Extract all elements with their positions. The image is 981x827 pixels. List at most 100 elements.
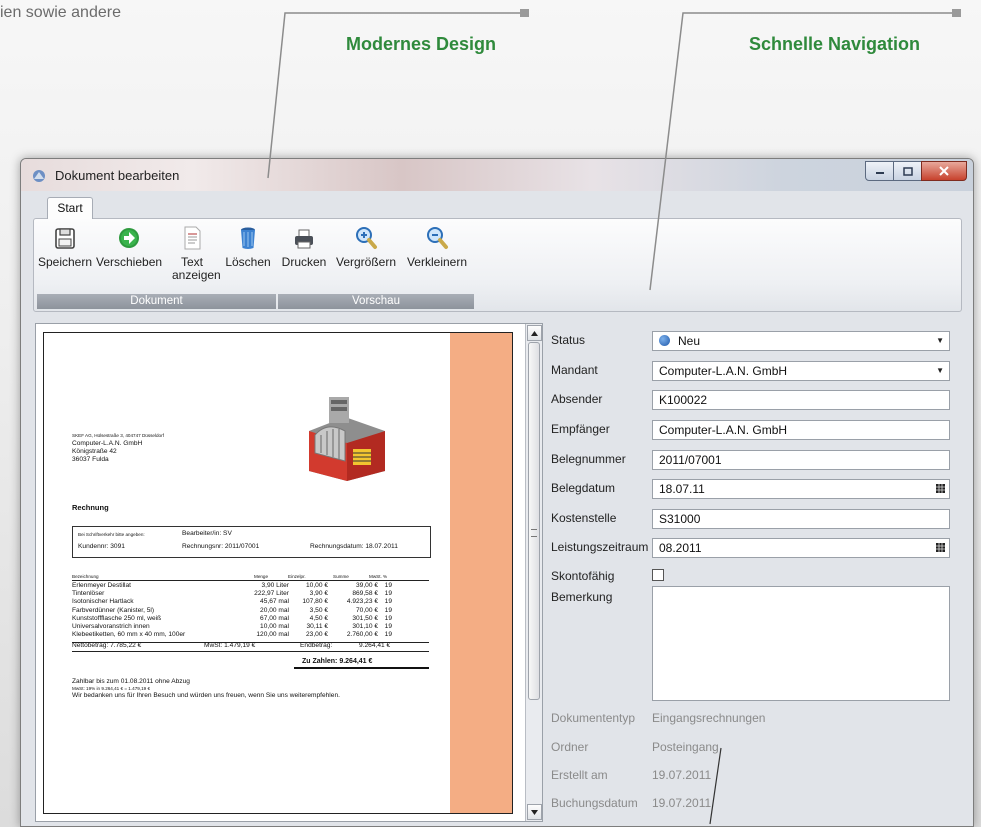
- invoice-cell: 45,67 mal: [260, 598, 289, 606]
- vertical-scrollbar[interactable]: [525, 324, 542, 821]
- invoice-cell: 19: [384, 582, 392, 589]
- move-button[interactable]: Verschieben: [96, 225, 162, 269]
- invoice-number: Rechnungsnr: 2011/07001: [182, 543, 260, 550]
- invoice-cell: 19: [384, 614, 392, 622]
- mandant-value: Computer-L.A.N. GmbH: [659, 364, 788, 378]
- minimize-icon: [875, 172, 884, 174]
- status-value: Neu: [678, 334, 701, 348]
- info-icon: [659, 335, 670, 346]
- delete-button[interactable]: Löschen: [223, 225, 273, 269]
- invoice-cell: 222,97 Liter: [254, 590, 289, 598]
- delete-button-label: Löschen: [225, 255, 271, 269]
- invoice-cell: Klebeetiketten, 60 mm x 40 mm, 100er: [72, 631, 186, 639]
- invoice-cell: Erlenmeyer Destillat: [72, 582, 131, 589]
- invoice-total: Zu Zahlen: 9.264,41 €: [302, 658, 373, 665]
- buchungsdatum-label: Buchungsdatum: [551, 796, 638, 810]
- leistungszeitraum-picker[interactable]: 08.2011: [652, 538, 950, 558]
- absender-field[interactable]: K100022: [652, 390, 950, 410]
- scroll-down-button[interactable]: [527, 804, 542, 820]
- bemerkung-label: Bemerkung: [551, 590, 613, 604]
- title-bar[interactable]: Dokument bearbeiten: [21, 159, 973, 191]
- ribbon-group-document: Speichern Verschieben Text anzeigen Lösc…: [37, 221, 276, 309]
- show-text-button[interactable]: Text anzeigen: [169, 225, 221, 282]
- invoice-cell: 19: [384, 631, 392, 639]
- column-header: MwSt. %: [369, 574, 388, 579]
- invoice-cell: Universalvoranstrich innen: [72, 623, 150, 630]
- save-button[interactable]: Speichern: [37, 225, 93, 269]
- dropdown-arrow-icon: ▼: [936, 336, 944, 345]
- belegdatum-picker[interactable]: 18.07.11: [652, 479, 950, 499]
- ordner-label: Ordner: [551, 740, 589, 754]
- save-icon: [55, 228, 75, 249]
- print-button[interactable]: Drucken: [278, 225, 330, 269]
- belegnummer-field[interactable]: 2011/07001: [652, 450, 950, 470]
- invoice-ref-hint: Bei Schriftverkehr bitte angeben:: [78, 532, 145, 537]
- invoice-cell: 2.760,00 €: [346, 631, 378, 639]
- ribbon: Speichern Verschieben Text anzeigen Lösc…: [33, 218, 962, 312]
- leistungszeitraum-label: Leistungszeitraum: [551, 540, 649, 554]
- invoice-vat-detail: MwSt: 19% in 9.264,41 € = 1.479,19 €: [72, 686, 151, 691]
- zoom-in-button-label: Vergrößern: [335, 255, 397, 269]
- scroll-thumb[interactable]: [528, 342, 540, 700]
- callout-modern-design: Modernes Design: [346, 34, 497, 54]
- invoice-cell: 23,00 €: [306, 631, 328, 639]
- invoice-cell: 869,58 €: [352, 590, 378, 598]
- invoice-recipient-name: Computer-L.A.N. GmbH: [72, 440, 143, 447]
- zoom-in-button[interactable]: Vergrößern: [334, 225, 398, 269]
- absender-label: Absender: [551, 392, 603, 406]
- zoom-in-icon: [356, 227, 377, 249]
- skontofaehig-checkbox[interactable]: [652, 569, 664, 581]
- maximize-button[interactable]: [893, 161, 922, 181]
- arrow-right-icon: [119, 228, 139, 248]
- invoice-sender-line: SKEF AG, Hülsestraße 3, 404747 Düsseldor…: [72, 433, 164, 438]
- zoom-out-button-label: Verkleinern: [406, 255, 468, 269]
- chevron-down-icon: [531, 809, 538, 815]
- erstellt-value: 19.07.2011: [652, 768, 712, 782]
- close-button[interactable]: [921, 161, 967, 181]
- trash-icon: [241, 227, 255, 249]
- invoice-recipient-city: 36037 Fulda: [72, 456, 109, 463]
- invoice-payment: Zahlbar bis zum 01.08.2011 ohne Abzug: [72, 678, 190, 685]
- document-preview[interactable]: SKEF AG, Hülsestraße 3, 404747 Düsseldor…: [35, 323, 543, 822]
- empfaenger-field[interactable]: Computer-L.A.N. GmbH: [652, 420, 950, 440]
- bemerkung-textarea[interactable]: [652, 586, 950, 701]
- invoice-cell: 10,00 mal: [260, 623, 289, 630]
- zoom-out-button[interactable]: Verkleinern: [402, 225, 472, 269]
- invoice-cell: 10,00 €: [306, 582, 328, 589]
- invoice-heading: Rechnung: [72, 503, 109, 512]
- calendar-icon[interactable]: [936, 484, 945, 493]
- chevron-up-icon: [531, 330, 538, 336]
- calendar-icon[interactable]: [936, 543, 945, 552]
- dokumententyp-value: Eingangsrechnungen: [652, 711, 766, 725]
- invoice-cell: 3,90 Liter: [261, 582, 290, 589]
- mandant-select[interactable]: Computer-L.A.N. GmbH ▼: [652, 361, 950, 381]
- tab-start[interactable]: Start: [47, 197, 93, 219]
- status-select[interactable]: Neu ▼: [652, 331, 950, 351]
- maximize-icon: [902, 166, 913, 176]
- save-button-label: Speichern: [37, 255, 93, 269]
- minimize-button[interactable]: [865, 161, 894, 181]
- kostenstelle-field[interactable]: S31000: [652, 509, 950, 529]
- invoice-gross-label: Endbetrag:: [300, 642, 333, 649]
- column-header: Bezeichnung: [72, 574, 99, 579]
- invoice-cell: 301,10 €: [352, 623, 378, 630]
- invoice-date: Rechnungsdatum: 18.07.2011: [310, 543, 398, 550]
- invoice-cell: 19: [384, 590, 392, 598]
- invoice-cell: 4.923,23 €: [346, 598, 378, 606]
- zoom-out-icon: [427, 227, 448, 249]
- intro-text: ien sowie andere: [0, 4, 121, 21]
- table-rule: [294, 667, 429, 669]
- belegnummer-label: Belegnummer: [551, 452, 626, 466]
- document-edit-window: Dokument bearbeiten Start Speichern Vers…: [20, 158, 974, 827]
- print-button-label: Drucken: [281, 255, 327, 269]
- kostenstelle-label: Kostenstelle: [551, 511, 617, 525]
- text-document-icon: [184, 226, 201, 250]
- invoice-thanks: Wir bedanken uns für Ihren Besuch und wü…: [72, 692, 340, 699]
- mandant-label: Mandant: [551, 363, 598, 377]
- move-button-label: Verschieben: [96, 255, 163, 269]
- invoice-clerk: Bearbeiter/in: SV: [182, 530, 232, 537]
- invoice-cell: 30,11 €: [306, 623, 328, 630]
- buchungsdatum-value: 19.07.2011: [652, 796, 712, 810]
- page-accent-band: [450, 333, 512, 813]
- scroll-up-button[interactable]: [527, 325, 542, 341]
